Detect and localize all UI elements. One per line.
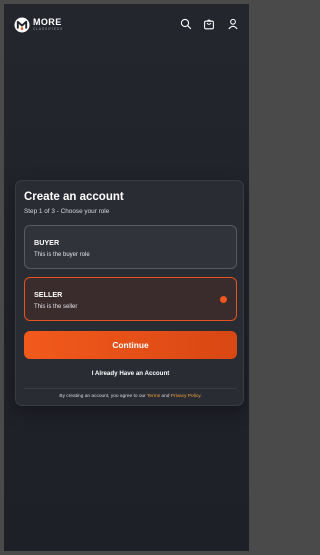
role-description: This is the buyer role — [34, 252, 90, 258]
selected-indicator-icon — [220, 296, 227, 303]
search-icon[interactable] — [180, 18, 192, 30]
step-indicator: Step 1 of 3 - Choose your role — [24, 208, 110, 215]
role-name: SELLER — [34, 290, 63, 299]
user-icon[interactable] — [227, 18, 239, 30]
role-option-seller[interactable]: SELLER This is the seller — [24, 277, 237, 321]
app-frame: MORE CLASSIFIEDS Create an account Step … — [4, 4, 249, 551]
terms-and: and — [160, 394, 171, 399]
logo-mark-icon — [14, 17, 30, 33]
logo-subtitle: CLASSIFIEDS — [33, 27, 63, 32]
cart-icon[interactable] — [203, 18, 215, 30]
terms-suffix: . — [200, 394, 202, 399]
terms-link[interactable]: Terms — [147, 394, 160, 399]
brand-logo[interactable]: MORE CLASSIFIEDS — [14, 17, 63, 33]
divider — [24, 388, 237, 389]
role-description: This is the seller — [34, 304, 78, 310]
continue-button[interactable]: Continue — [24, 331, 237, 359]
create-account-card: Create an account Step 1 of 3 - Choose y… — [15, 180, 244, 406]
privacy-policy-link[interactable]: Privacy Policy — [171, 394, 201, 399]
have-account-link[interactable]: I Already Have an Account — [16, 370, 245, 377]
page-title: Create an account — [24, 191, 124, 203]
terms-notice: By creating an account, you agree to our… — [16, 394, 245, 399]
role-name: BUYER — [34, 238, 60, 247]
top-header: MORE CLASSIFIEDS — [4, 4, 249, 44]
terms-prefix: By creating an account, you agree to our — [59, 394, 148, 399]
logo-word: MORE — [33, 17, 62, 28]
role-option-buyer[interactable]: BUYER This is the buyer role — [24, 225, 237, 269]
